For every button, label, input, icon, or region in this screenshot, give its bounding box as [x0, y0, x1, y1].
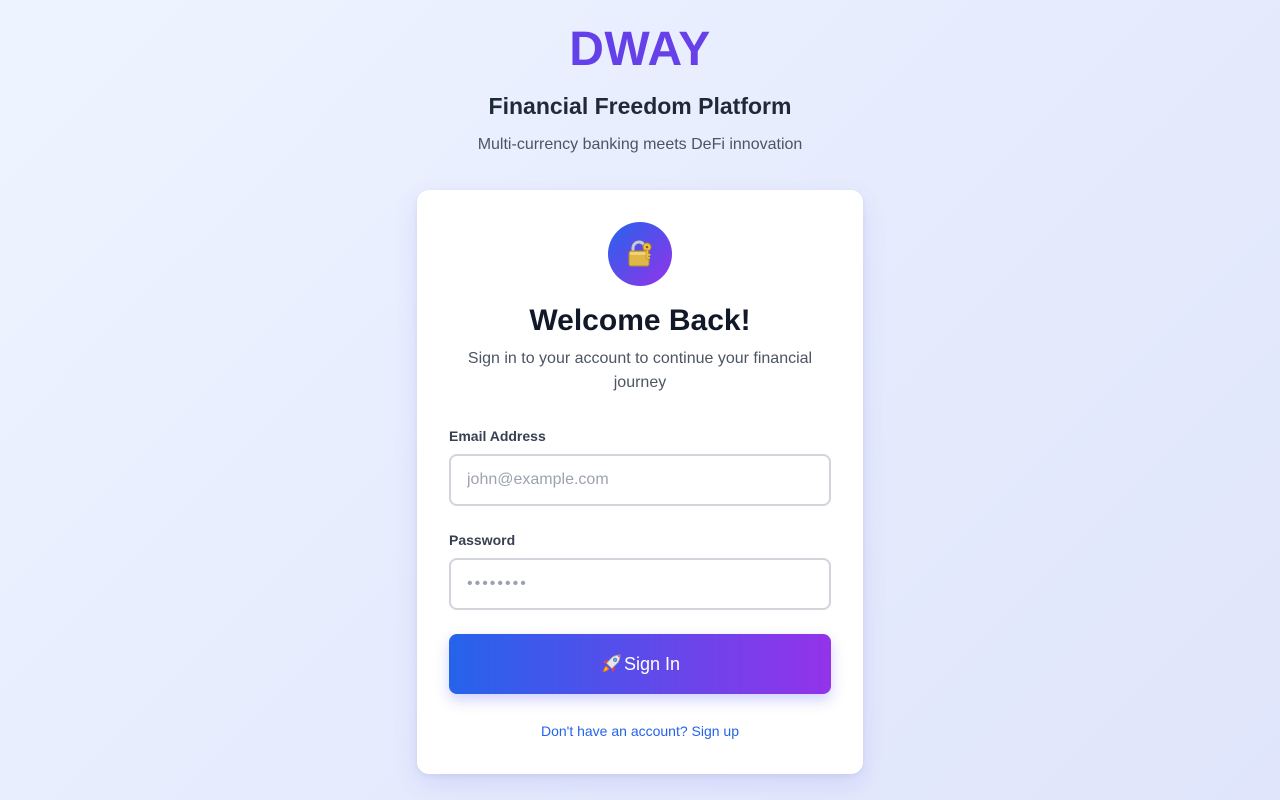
welcome-subtitle: Sign in to your account to continue your…	[467, 350, 813, 391]
lock-badge	[608, 222, 672, 286]
login-card: Welcome Back! Sign in to your account to…	[417, 190, 863, 774]
brand-logo: DWAY	[0, 22, 1280, 78]
welcome-title: Welcome Back!	[529, 304, 751, 337]
page-tagline: Financial Freedom Platform	[488, 93, 792, 119]
sign-in-label: Sign In	[623, 653, 681, 674]
password-field[interactable]	[449, 558, 831, 610]
rocket-icon	[602, 654, 621, 673]
lock-with-key-icon	[628, 240, 652, 267]
page-subtagline: Multi-currency banking meets DeFi innova…	[477, 136, 803, 153]
password-label: Password	[449, 532, 516, 548]
email-label: Email Address	[449, 428, 546, 444]
sign-up-link[interactable]: Don't have an account? Sign up	[417, 722, 863, 740]
sign-in-button[interactable]: Sign In	[449, 634, 831, 694]
email-field[interactable]	[449, 454, 831, 506]
